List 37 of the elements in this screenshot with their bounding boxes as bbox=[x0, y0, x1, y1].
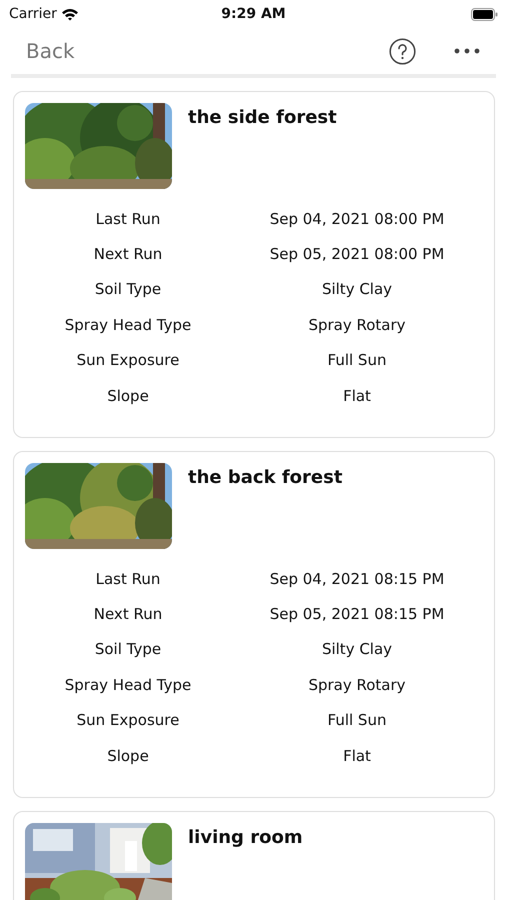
field-label: Sun Exposure bbox=[76, 711, 180, 730]
field-value: Spray Rotary bbox=[307, 316, 407, 334]
field-label: Soil Type bbox=[94, 640, 162, 658]
field-value: Sep 05, 2021 08:15 PM bbox=[268, 605, 446, 624]
field-value: Spray Rotary bbox=[307, 676, 407, 694]
field-label: Spray Head Type bbox=[64, 676, 192, 694]
field-label: Slope bbox=[106, 746, 150, 765]
field-label: Last Run bbox=[94, 210, 162, 228]
field-value: Sep 04, 2021 08:00 PM bbox=[268, 210, 446, 228]
carrier-label: Carrier bbox=[9, 6, 57, 22]
zone-title: living room bbox=[188, 827, 303, 848]
back-button[interactable]: Back bbox=[14, 37, 87, 65]
field-value: Full Sun bbox=[326, 711, 388, 730]
zone-title: the side forest bbox=[188, 107, 337, 128]
battery-icon bbox=[471, 8, 498, 20]
field-label: Slope bbox=[106, 386, 150, 405]
more-icon[interactable] bbox=[454, 48, 480, 54]
field-label: Last Run bbox=[94, 570, 162, 588]
zone-card[interactable]: living room bbox=[13, 811, 495, 900]
field-label: Next Run bbox=[92, 605, 164, 624]
field-value: Sep 05, 2021 08:00 PM bbox=[268, 245, 446, 264]
zone-card[interactable]: the side forest Last Run Sep 04, 2021 08:00 PM Next Run Sep 05, 2021 08:00 PM Soil Type Silty Clay Spray Head Type Spray Rotary Sun Exposure Full Sun Slope Flat bbox=[13, 91, 495, 438]
field-value: Sep 04, 2021 08:15 PM bbox=[268, 570, 446, 588]
field-value: Silty Clay bbox=[320, 280, 394, 298]
field-value: Full Sun bbox=[326, 351, 388, 370]
field-label: Soil Type bbox=[94, 280, 162, 298]
field-label: Sun Exposure bbox=[76, 351, 180, 370]
field-label: Spray Head Type bbox=[64, 316, 192, 334]
field-value: Flat bbox=[342, 386, 372, 405]
help-icon[interactable] bbox=[389, 38, 416, 64]
field-value: Flat bbox=[342, 746, 372, 765]
wifi-icon bbox=[60, 8, 79, 20]
field-value: Silty Clay bbox=[320, 640, 394, 658]
field-label: Next Run bbox=[92, 245, 164, 264]
zone-card[interactable]: the back forest Last Run Sep 04, 2021 08:15 PM Next Run Sep 05, 2021 08:15 PM Soil Type Silty Clay Spray Head Type Spray Rotary Sun Exposure Full Sun Slope Flat bbox=[13, 451, 495, 798]
zone-title: the back forest bbox=[188, 467, 342, 488]
clock-time: 9:29 AM bbox=[221, 6, 286, 22]
